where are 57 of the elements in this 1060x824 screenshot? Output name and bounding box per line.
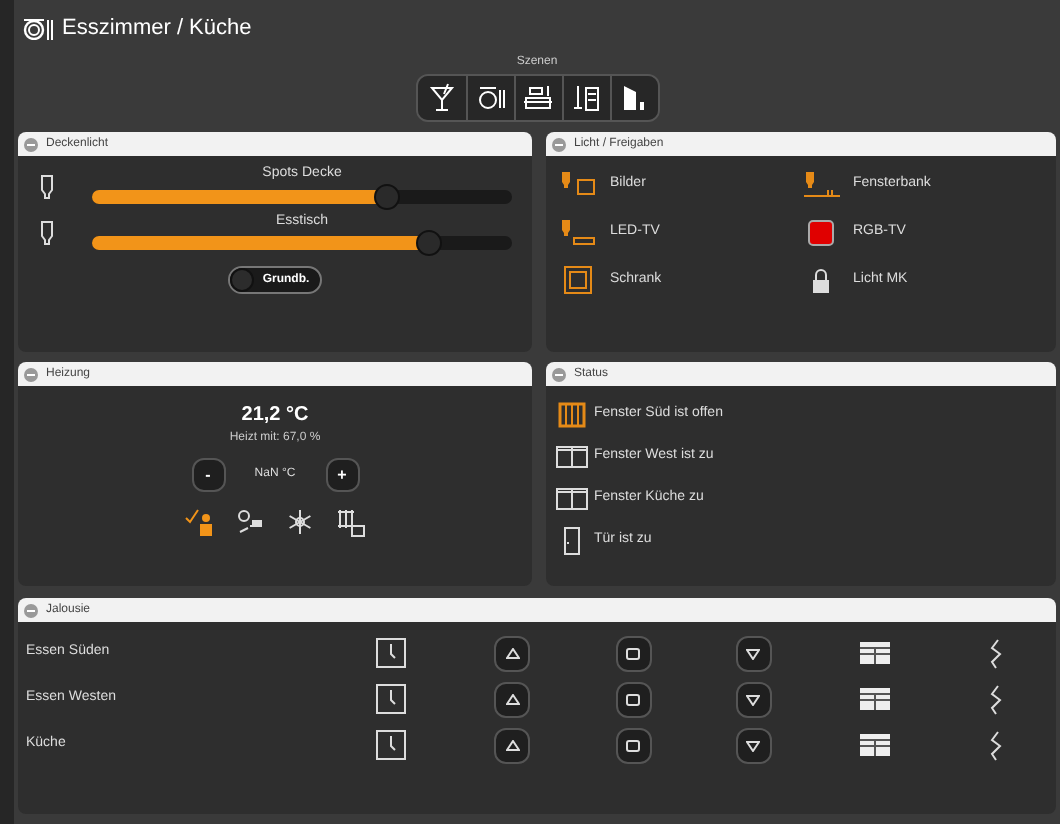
up-button[interactable]: [494, 727, 531, 763]
slider-track[interactable]: [92, 236, 512, 250]
bulb-icon[interactable]: [560, 170, 596, 198]
scene-button[interactable]: [417, 75, 465, 119]
window-blind-icon[interactable]: [859, 734, 890, 756]
window-blind-icon[interactable]: [859, 688, 890, 710]
up-arrow-icon: [505, 647, 520, 659]
scene-button[interactable]: [465, 75, 513, 119]
clock-icon[interactable]: [376, 730, 407, 760]
socket-icon[interactable]: [564, 266, 592, 294]
collapse-icon[interactable]: [552, 137, 566, 151]
down-button[interactable]: [735, 727, 772, 763]
color-swatch[interactable]: [808, 219, 834, 245]
down-arrow-icon: [746, 647, 761, 659]
comfort-mode-icon[interactable]: [184, 506, 216, 538]
down-arrow-icon: [746, 739, 761, 751]
window-blind-icon[interactable]: [859, 642, 890, 664]
down-button[interactable]: [735, 635, 772, 671]
dining-icon: [22, 16, 54, 41]
up-arrow-icon: [505, 739, 520, 751]
slat-icon[interactable]: [987, 683, 1004, 715]
down-arrow-icon: [746, 693, 761, 705]
slider-thumb[interactable]: [374, 183, 400, 209]
slat-icon[interactable]: [987, 729, 1004, 761]
collapse-icon[interactable]: [24, 137, 38, 151]
stop-icon: [626, 739, 641, 751]
bulb-icon: [38, 173, 56, 200]
collapse-icon[interactable]: [24, 603, 38, 617]
slider-track[interactable]: [92, 189, 512, 203]
bulb-icon: [38, 220, 56, 247]
stop-icon: [626, 647, 641, 659]
plus-button[interactable]: +: [325, 458, 359, 492]
frost-mode-icon[interactable]: [284, 506, 316, 538]
temperature-value: 21,2 °C: [241, 402, 309, 430]
stop-icon: [626, 693, 641, 705]
scene-button[interactable]: [609, 75, 657, 119]
clock-icon[interactable]: [376, 638, 407, 668]
scene-button[interactable]: [513, 75, 561, 119]
bulb-icon[interactable]: [803, 170, 839, 198]
up-button[interactable]: [494, 635, 531, 671]
collapse-icon[interactable]: [24, 367, 38, 381]
down-button[interactable]: [735, 681, 772, 717]
radiator-mode-icon[interactable]: [334, 506, 366, 538]
minus-button[interactable]: -: [191, 458, 225, 492]
lock-icon[interactable]: [808, 267, 834, 293]
scene-button[interactable]: [561, 75, 609, 119]
slider-thumb[interactable]: [416, 230, 442, 256]
stop-button[interactable]: [615, 727, 652, 763]
stop-button[interactable]: [615, 635, 652, 671]
stop-button[interactable]: [615, 681, 652, 717]
up-arrow-icon: [505, 693, 520, 705]
clock-icon[interactable]: [376, 684, 407, 714]
up-button[interactable]: [494, 681, 531, 717]
bulb-icon[interactable]: [560, 218, 596, 246]
slat-icon[interactable]: [987, 637, 1004, 669]
collapse-icon[interactable]: [552, 367, 566, 381]
room-title: Esszimmer / Küche: [62, 14, 252, 44]
